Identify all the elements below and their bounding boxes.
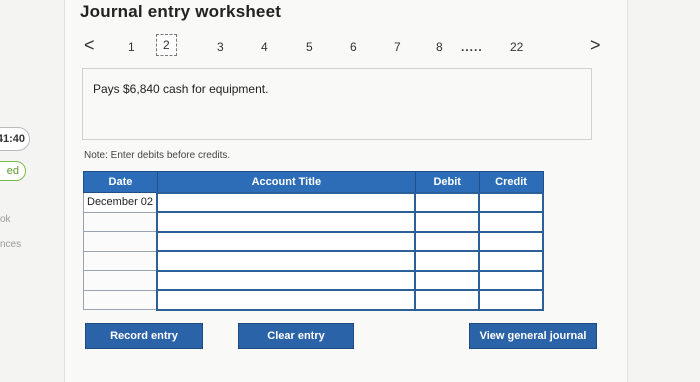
account-title-input[interactable] (156, 250, 417, 272)
table-row (83, 230, 544, 252)
credit-input[interactable] (478, 191, 544, 213)
sidebar-link-ebook[interactable]: ok (0, 214, 11, 225)
credit-input[interactable] (478, 230, 544, 252)
transaction-description-box: Pays $6,840 cash for equipment. (82, 68, 592, 140)
next-page-arrow-icon[interactable]: > (590, 35, 601, 56)
debit-input[interactable] (414, 269, 481, 291)
debit-input[interactable] (414, 211, 481, 233)
header-account-title: Account Title (156, 171, 416, 193)
account-title-input[interactable] (156, 289, 417, 311)
credit-input[interactable] (478, 211, 544, 233)
sidebar-link-references[interactable]: nces (0, 239, 21, 250)
timer-text: 41:40 (0, 133, 25, 145)
view-general-journal-button[interactable]: View general journal (469, 323, 597, 349)
debit-input[interactable] (414, 250, 481, 272)
table-row (83, 289, 544, 311)
pager: < 1 2 3 4 5 6 7 8 ..... 22 > (0, 34, 700, 60)
account-title-input[interactable] (156, 269, 417, 291)
pager-ellipsis: ..... (461, 40, 483, 54)
clear-entry-button[interactable]: Clear entry (238, 323, 354, 349)
page-4[interactable]: 4 (261, 40, 268, 54)
page-5[interactable]: 5 (306, 40, 313, 54)
page-3[interactable]: 3 (217, 40, 224, 54)
page-7[interactable]: 7 (394, 40, 401, 54)
page-title: Journal entry worksheet (80, 2, 282, 21)
header-credit: Credit (478, 171, 544, 193)
page-2-current[interactable]: 2 (156, 34, 177, 56)
page-1[interactable]: 1 (128, 40, 135, 54)
date-cell (83, 250, 158, 271)
header-debit: Debit (414, 171, 480, 193)
table-row (83, 211, 544, 233)
table-header-row: Date Account Title Debit Credit (83, 171, 544, 193)
entry-note: Note: Enter debits before credits. (84, 150, 231, 161)
date-cell (83, 231, 158, 252)
account-title-input[interactable] (156, 211, 417, 233)
credit-input[interactable] (478, 250, 544, 272)
page-6[interactable]: 6 (350, 40, 357, 54)
date-cell (83, 289, 158, 310)
timer-badge: 41:40 (0, 127, 30, 151)
debit-input[interactable] (414, 289, 481, 311)
status-badge-text: ed (6, 165, 19, 177)
record-entry-button[interactable]: Record entry (85, 323, 203, 349)
account-title-input[interactable] (156, 230, 417, 252)
header-date: Date (83, 171, 158, 193)
status-badge: ed (0, 161, 26, 181)
account-title-input[interactable] (156, 191, 417, 213)
table-row: December 02 (83, 191, 544, 213)
page-8[interactable]: 8 (436, 40, 443, 54)
prev-page-arrow-icon[interactable]: < (84, 35, 95, 56)
transaction-description: Pays $6,840 cash for equipment. (93, 82, 269, 96)
date-cell (83, 211, 158, 232)
debit-input[interactable] (414, 191, 481, 213)
table-row (83, 269, 544, 291)
journal-entry-table: Date Account Title Debit Credit December… (83, 171, 544, 311)
date-cell (83, 270, 158, 291)
table-row (83, 250, 544, 272)
date-cell: December 02 (83, 192, 158, 213)
debit-input[interactable] (414, 230, 481, 252)
credit-input[interactable] (478, 269, 544, 291)
page-22[interactable]: 22 (510, 40, 523, 54)
credit-input[interactable] (478, 289, 544, 311)
